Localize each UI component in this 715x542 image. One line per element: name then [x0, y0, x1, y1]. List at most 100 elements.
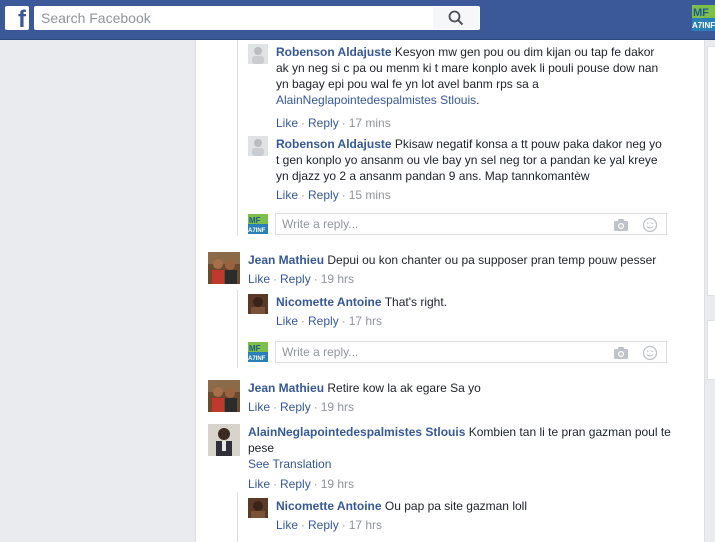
svg-text:MF: MF — [249, 344, 261, 353]
like-link[interactable]: Like — [248, 400, 270, 414]
separator: · — [273, 477, 278, 491]
like-link[interactable]: Like — [276, 188, 298, 202]
comment-text: Depui ou kon chanter ou pa supposer pran… — [327, 253, 657, 267]
comment: AlainNeglapointedespalmistes Stlouis Kom… — [208, 424, 688, 496]
comment-timestamp[interactable]: 15 mins — [349, 188, 391, 202]
emoji-icon[interactable] — [642, 345, 658, 361]
comment-author[interactable]: Robenson Aldajuste — [276, 45, 392, 59]
comment-author[interactable]: AlainNeglapointedespalmistes Stlouis — [248, 425, 465, 439]
comment-timestamp[interactable]: 19 hrs — [321, 477, 354, 491]
right-card — [707, 46, 715, 296]
avatar[interactable] — [248, 136, 268, 156]
right-card-secondary — [707, 320, 715, 380]
reply-link[interactable]: Reply — [308, 314, 339, 328]
comment-body: Jean Mathieu Depui ou kon chanter ou pa … — [248, 252, 688, 268]
avatar[interactable] — [208, 252, 240, 284]
svg-text:A7INF: A7INF — [248, 228, 266, 234]
reply-link[interactable]: Reply — [308, 518, 339, 532]
comment-body: Nicomette Antoine Ou pap pa site gazman … — [276, 498, 666, 514]
separator: · — [341, 116, 346, 130]
separator: · — [301, 188, 306, 202]
separator: · — [301, 518, 306, 532]
comment-author[interactable]: Jean Mathieu — [248, 253, 324, 267]
like-link[interactable]: Like — [248, 477, 270, 491]
like-link[interactable]: Like — [276, 518, 298, 532]
like-link[interactable]: Like — [248, 272, 270, 286]
comment-timestamp[interactable]: 19 hrs — [321, 272, 354, 286]
comment-author[interactable]: Robenson Aldajuste — [276, 137, 392, 151]
reply-link[interactable]: Reply — [308, 188, 339, 202]
top-navigation-bar: f MF A7INF — [0, 0, 715, 40]
comment-actions: Like · Reply · 17 hrs — [276, 314, 382, 328]
like-link[interactable]: Like — [276, 314, 298, 328]
emoji-icon[interactable] — [642, 217, 658, 233]
comment-text: Retire kow la ak egare Sa yo — [327, 381, 481, 395]
separator: · — [313, 400, 318, 414]
profile-avatar[interactable]: MF A7INF — [692, 5, 715, 31]
reply-comment: Nicomette Antoine Ou pap pa site gazman … — [248, 498, 678, 538]
search-input[interactable] — [34, 6, 432, 30]
avatar[interactable] — [248, 44, 268, 64]
avatar[interactable] — [208, 424, 240, 456]
reply-link[interactable]: Reply — [280, 477, 311, 491]
reply-box — [275, 341, 667, 363]
comment-body: AlainNeglapointedespalmistes Stlouis Kom… — [248, 424, 678, 456]
comment-text: That's right. — [384, 295, 448, 309]
comment-actions: Like · Reply · 19 hrs — [248, 400, 354, 414]
comment-actions: Like · Reply · 15 mins — [276, 188, 391, 202]
mention-link[interactable]: AlainNeglapointedespalmistes Stlouis — [276, 93, 476, 107]
comment-text: Ou pap pa site gazman loll — [384, 499, 527, 513]
comment: Jean Mathieu Retire kow la ak egare Sa y… — [208, 380, 688, 420]
thread-line — [237, 290, 238, 368]
reply-input[interactable] — [276, 214, 586, 234]
comment-body: Robenson Aldajuste Pkisaw negatif konsa … — [276, 136, 666, 184]
separator: · — [301, 116, 306, 130]
svg-text:A7INF: A7INF — [692, 21, 715, 30]
avatar[interactable] — [248, 294, 268, 314]
comment-body: Jean Mathieu Retire kow la ak egare Sa y… — [248, 380, 688, 396]
camera-icon[interactable] — [613, 217, 629, 233]
separator: · — [273, 400, 278, 414]
comment-timestamp[interactable]: 19 hrs — [321, 400, 354, 414]
avatar[interactable] — [248, 498, 268, 518]
user-avatar: MF A7INF — [248, 342, 268, 362]
separator: · — [301, 314, 306, 328]
comment-timestamp[interactable]: 17 hrs — [349, 518, 382, 532]
svg-text:MF: MF — [249, 216, 261, 225]
comment-author[interactable]: Nicomette Antoine — [276, 499, 382, 513]
comment-actions: Like · Reply · 17 hrs — [276, 518, 382, 532]
reply-input[interactable] — [276, 342, 586, 362]
comment-actions: Like · Reply · 19 hrs — [248, 272, 354, 286]
search-button[interactable] — [432, 6, 480, 30]
reply-link[interactable]: Reply — [308, 116, 339, 130]
reply-comment: Robenson Aldajuste Kesyon mw gen pou ou … — [248, 44, 678, 144]
search-icon — [448, 10, 464, 26]
comment-timestamp[interactable]: 17 mins — [349, 116, 391, 130]
separator: · — [313, 272, 318, 286]
thread-line — [237, 492, 238, 542]
separator: · — [313, 477, 318, 491]
see-translation-link[interactable]: See Translation — [248, 457, 331, 471]
reply-box — [275, 213, 667, 235]
comment: Jean Mathieu Depui ou kon chanter ou pa … — [208, 252, 688, 292]
mention-suffix: . — [476, 93, 480, 107]
svg-text:MF: MF — [693, 7, 709, 19]
separator: · — [341, 188, 346, 202]
comment-actions: Like · Reply · 19 hrs — [248, 477, 354, 491]
reply-link[interactable]: Reply — [280, 400, 311, 414]
comments-panel: Robenson Aldajuste Kesyon mw gen pou ou … — [195, 40, 705, 542]
camera-icon[interactable] — [613, 345, 629, 361]
reply-comment: Robenson Aldajuste Pkisaw negatif konsa … — [248, 136, 678, 206]
svg-text:A7INF: A7INF — [248, 356, 266, 362]
comment-author[interactable]: Nicomette Antoine — [276, 295, 382, 309]
comment-author[interactable]: Jean Mathieu — [248, 381, 324, 395]
comment-timestamp[interactable]: 17 hrs — [349, 314, 382, 328]
avatar[interactable] — [208, 380, 240, 412]
facebook-logo[interactable]: f — [5, 6, 29, 32]
comment-actions: Like · Reply · 17 mins — [276, 116, 391, 130]
separator: · — [273, 272, 278, 286]
comment-body: Nicomette Antoine That's right. — [276, 294, 666, 310]
comment-body: Robenson Aldajuste Kesyon mw gen pou ou … — [276, 44, 666, 108]
reply-link[interactable]: Reply — [280, 272, 311, 286]
like-link[interactable]: Like — [276, 116, 298, 130]
